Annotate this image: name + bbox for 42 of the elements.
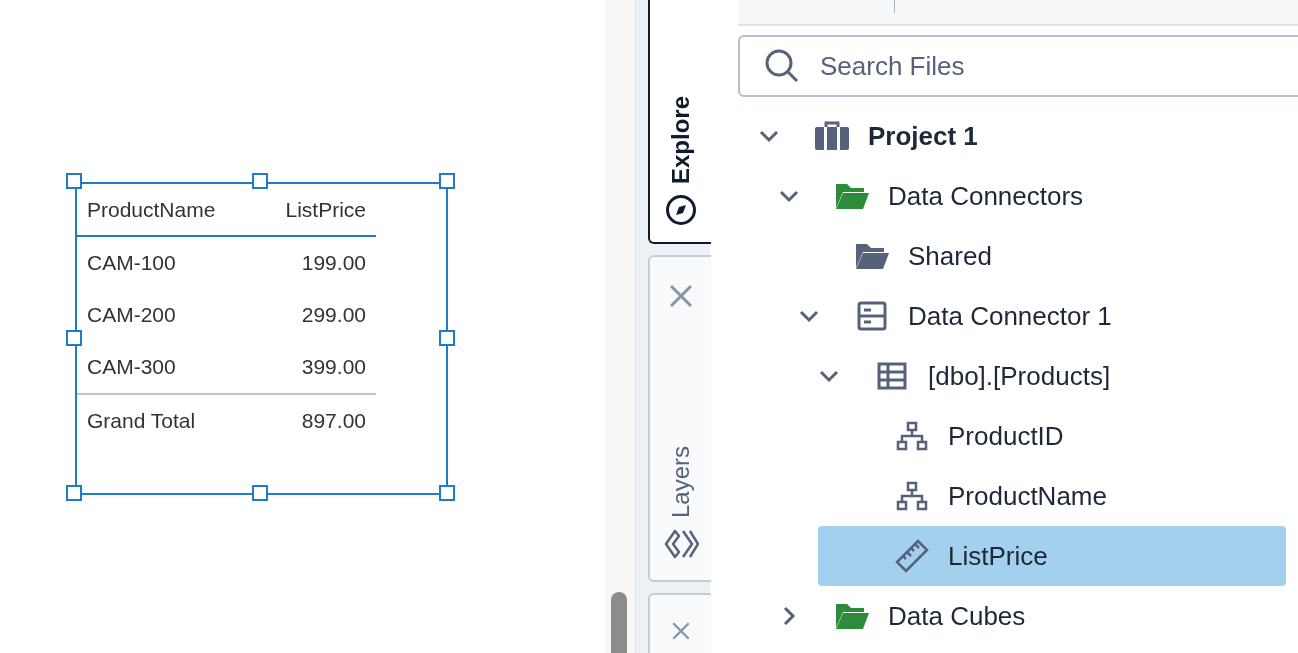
scrollbar-thumb[interactable]: [611, 592, 627, 653]
resize-handle[interactable]: [252, 173, 268, 189]
folder-icon: [854, 242, 890, 270]
total-cell: 897.00: [255, 394, 376, 447]
table-cell: CAM-100: [77, 236, 256, 289]
table-icon: [877, 362, 907, 390]
table-cell: 399.00: [255, 341, 376, 394]
total-cell: Grand Total: [77, 394, 256, 447]
tree-item[interactable]: ListPrice: [818, 526, 1286, 586]
tree-item[interactable]: Data Connector 1: [778, 286, 1286, 346]
close-icon[interactable]: [667, 283, 694, 309]
tree-item[interactable]: [dbo].[Products]: [798, 346, 1286, 406]
resize-handle[interactable]: [439, 485, 455, 501]
resize-handle[interactable]: [439, 173, 455, 189]
tree-item[interactable]: Data Connectors: [758, 166, 1286, 226]
table-cell-text: CAM-200: [86, 302, 177, 328]
hierarchy-icon: [896, 481, 928, 511]
side-tab[interactable]: Layers: [648, 255, 711, 582]
tree-item[interactable]: Project 1: [738, 106, 1286, 166]
table-cell-text: 299.00: [300, 302, 367, 328]
resize-handle[interactable]: [439, 330, 455, 346]
layers-icon: [662, 528, 699, 560]
resize-handle[interactable]: [66, 330, 82, 346]
ruler-icon: [895, 539, 929, 573]
hierarchy-icon: [896, 421, 928, 451]
search-field[interactable]: Search Files: [738, 35, 1298, 97]
folder-icon: [834, 182, 870, 210]
side-tab[interactable]: [648, 593, 711, 653]
tree-item[interactable]: ProductID: [818, 406, 1286, 466]
tree-item[interactable]: ProductName: [818, 466, 1286, 526]
server-icon: [857, 301, 887, 331]
tree-item[interactable]: Shared: [778, 226, 1286, 286]
resize-handle[interactable]: [66, 485, 82, 501]
tree-item[interactable]: Data Cubes: [758, 586, 1286, 646]
table-cell: 199.00: [255, 236, 376, 289]
table-cell: CAM-300: [77, 341, 256, 394]
briefcase-icon: [814, 121, 850, 151]
compass-icon: [664, 194, 697, 226]
side-tab[interactable]: Explore: [648, 0, 711, 244]
folder-icon: [834, 602, 870, 630]
resize-handle[interactable]: [252, 485, 268, 501]
resize-handle[interactable]: [66, 173, 82, 189]
